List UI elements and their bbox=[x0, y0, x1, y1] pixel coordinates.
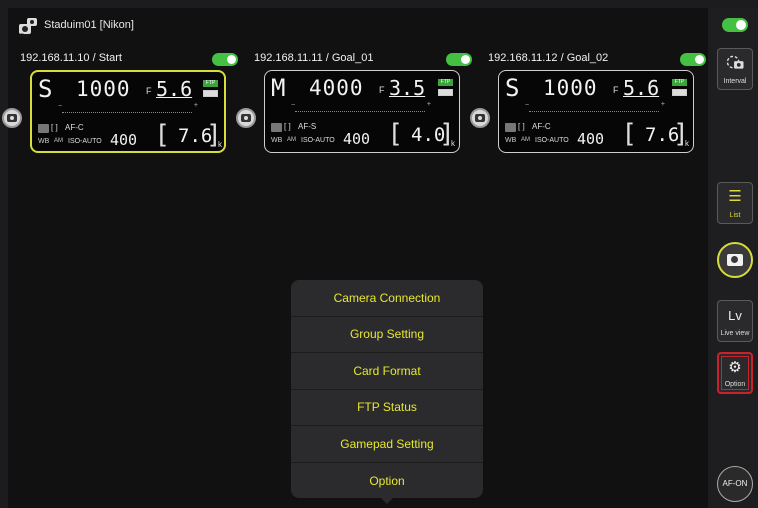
camera-lcd-panel[interactable]: S 1000 F 5.6 FTP − + [ ] AF-C WB AM ISO-A… bbox=[30, 70, 226, 153]
iso-value: 400 bbox=[577, 130, 605, 148]
battery-icon bbox=[672, 89, 687, 96]
ftp-badge: FTP bbox=[672, 79, 687, 86]
interval-button[interactable]: Interval bbox=[717, 48, 753, 90]
iso-label: ISO-AUTO bbox=[68, 138, 102, 145]
list-view-button[interactable]: ☰ List bbox=[717, 182, 753, 224]
exposure-mode: M bbox=[271, 74, 286, 102]
aperture-value: 3.5 bbox=[389, 76, 426, 100]
aperture-value: 5.6 bbox=[623, 76, 660, 100]
af-area-mode: [ ] bbox=[284, 122, 291, 131]
camera-ip-label: 192.168.11.11 / Goal_01 bbox=[254, 52, 374, 64]
camera-ip-label: 192.168.11.12 / Goal_02 bbox=[488, 52, 609, 64]
menu-pointer bbox=[379, 496, 395, 504]
camera-icon bbox=[7, 114, 17, 122]
gear-icon: ⚙ bbox=[728, 359, 742, 376]
camera-icon bbox=[475, 114, 485, 122]
af-point-icon bbox=[505, 123, 516, 132]
camera-shutter-button[interactable] bbox=[470, 108, 490, 128]
menu-item-camera-connection[interactable]: Camera Connection bbox=[291, 280, 483, 317]
shots-unit: k bbox=[218, 140, 222, 149]
menu-item-option[interactable]: Option bbox=[291, 463, 483, 500]
exposure-scale: − + bbox=[525, 101, 665, 115]
camera-enable-toggle[interactable] bbox=[212, 53, 238, 66]
af-mode: AF-C bbox=[65, 123, 84, 132]
camera-card[interactable]: 192.168.11.11 / Goal_01 M 4000 F 3.5 FTP… bbox=[236, 52, 472, 172]
group-title: Staduim01 [Nikon] bbox=[44, 19, 134, 31]
camera-enable-toggle[interactable] bbox=[680, 53, 706, 66]
iso-value: 400 bbox=[110, 131, 138, 149]
group-header: Grp Staduim01 [Nikon] bbox=[8, 8, 708, 46]
menu-item-gamepad-setting[interactable]: Gamepad Setting bbox=[291, 426, 483, 463]
aperture-value: 5.6 bbox=[156, 77, 193, 101]
camera-card[interactable]: 192.168.11.12 / Goal_02 S 1000 F 5.6 FTP… bbox=[470, 52, 706, 172]
menu-item-card-format[interactable]: Card Format bbox=[291, 353, 483, 390]
option-button[interactable]: ⚙ Option bbox=[717, 352, 753, 394]
white-balance: WB bbox=[271, 137, 283, 144]
option-label: Option bbox=[724, 381, 746, 388]
right-toolbar: Interval ☰ List Lv Live view ⚙ Option AF… bbox=[711, 8, 758, 508]
af-mode: AF-C bbox=[532, 122, 551, 131]
af-mode: AF-S bbox=[298, 122, 317, 131]
interval-timer-icon bbox=[726, 55, 744, 69]
live-view-icon: Lv bbox=[728, 308, 742, 323]
ftp-badge: FTP bbox=[438, 79, 453, 86]
iso-label: ISO-AUTO bbox=[535, 137, 569, 144]
camera-ip-label: 192.168.11.10 / Start bbox=[20, 52, 122, 64]
shutter-speed: 4000 bbox=[309, 76, 364, 100]
exposure-mode: S bbox=[38, 75, 53, 103]
all-cameras-toggle[interactable] bbox=[722, 18, 748, 32]
svg-text:Grp: Grp bbox=[20, 33, 29, 38]
live-view-button[interactable]: Lv Live view bbox=[717, 300, 753, 342]
camera-shutter-button[interactable] bbox=[236, 108, 256, 128]
camera-icon bbox=[727, 254, 743, 266]
aperture-prefix: F bbox=[613, 85, 619, 95]
exposure-scale: − + bbox=[291, 101, 431, 115]
af-point-icon bbox=[38, 124, 49, 133]
list-icon: ☰ bbox=[728, 188, 742, 205]
live-view-label: Live view bbox=[720, 330, 750, 337]
shutter-speed: 1000 bbox=[76, 77, 131, 101]
battery-icon bbox=[203, 90, 218, 97]
shutter-speed: 1000 bbox=[543, 76, 598, 100]
camera-group-icon: Grp bbox=[19, 18, 37, 38]
metering-label: AM bbox=[54, 138, 63, 144]
menu-item-ftp-status[interactable]: FTP Status bbox=[291, 390, 483, 426]
option-popup-menu: Camera Connection Group Setting Card For… bbox=[291, 280, 483, 498]
shots-unit: k bbox=[451, 139, 455, 148]
aperture-prefix: F bbox=[379, 85, 385, 95]
exposure-mode: S bbox=[505, 74, 520, 102]
af-point-icon bbox=[271, 123, 282, 132]
white-balance: WB bbox=[38, 138, 50, 145]
exposure-scale: − + bbox=[58, 102, 198, 116]
camera-card[interactable]: 192.168.11.10 / Start S 1000 F 5.6 FTP −… bbox=[2, 52, 238, 172]
list-label: List bbox=[729, 212, 741, 219]
metering-label: AM bbox=[521, 137, 530, 143]
af-area-mode: [ ] bbox=[51, 123, 58, 132]
camera-shutter-button[interactable] bbox=[2, 108, 22, 128]
af-on-button[interactable]: AF-ON bbox=[717, 466, 753, 502]
camera-lcd-panel[interactable]: S 1000 F 5.6 FTP − + [ ] AF-C WB AM ISO-A… bbox=[498, 70, 694, 153]
af-area-mode: [ ] bbox=[518, 122, 525, 131]
white-balance: WB bbox=[505, 137, 517, 144]
camera-icon bbox=[241, 114, 251, 122]
camera-enable-toggle[interactable] bbox=[446, 53, 472, 66]
iso-label: ISO-AUTO bbox=[301, 137, 335, 144]
shoot-all-button[interactable] bbox=[717, 242, 753, 278]
iso-value: 400 bbox=[343, 130, 371, 148]
battery-icon bbox=[438, 89, 453, 96]
aperture-prefix: F bbox=[146, 86, 152, 96]
shots-unit: k bbox=[685, 139, 689, 148]
camera-lcd-panel[interactable]: M 4000 F 3.5 FTP − + [ ] AF-S WB AM ISO-A… bbox=[264, 70, 460, 153]
menu-item-group-setting[interactable]: Group Setting bbox=[291, 317, 483, 353]
interval-label: Interval bbox=[723, 78, 747, 85]
metering-label: AM bbox=[287, 137, 296, 143]
ftp-badge: FTP bbox=[203, 80, 218, 87]
